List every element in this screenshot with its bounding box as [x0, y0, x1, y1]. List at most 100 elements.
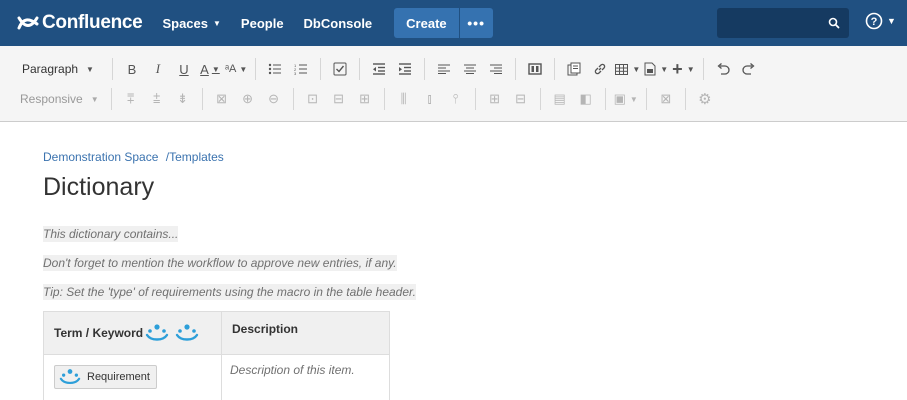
table-row: Requirement Description of this item.: [43, 354, 390, 400]
breadcrumb-space-link[interactable]: Demonstration Space: [43, 150, 158, 164]
description-cell[interactable]: Description of this item.: [221, 354, 390, 400]
page-layout-icon[interactable]: [524, 57, 546, 81]
paste-row-above-icon[interactable]: ⊡: [302, 87, 324, 111]
paste-row-below-icon[interactable]: ⊟: [328, 87, 350, 111]
paste-row-icon[interactable]: ⊖: [263, 87, 285, 111]
underline-icon[interactable]: U: [173, 57, 195, 81]
toolbar-divider: [201, 88, 203, 110]
cell-color-icon[interactable]: ▣ ▼: [614, 87, 638, 111]
heading-column-icon[interactable]: ◧: [575, 87, 597, 111]
undo-icon[interactable]: [712, 57, 734, 81]
align-left-icon[interactable]: [433, 57, 455, 81]
insert-more-icon[interactable]: + ▼: [672, 57, 694, 81]
link-icon[interactable]: [589, 57, 611, 81]
text-color-icon[interactable]: A ▼: [199, 57, 221, 81]
requirement-macro-placeholder[interactable]: [145, 322, 169, 344]
toolbar-divider: [684, 88, 686, 110]
split-cells-icon[interactable]: ⊟: [510, 87, 532, 111]
toolbar-divider: [110, 88, 112, 110]
toolbar-divider: [554, 58, 556, 80]
heading-row-icon[interactable]: ▤: [549, 87, 571, 111]
intro-paragraph[interactable]: This dictionary contains...: [43, 226, 179, 242]
header-term-cell[interactable]: Term / Keyword: [43, 311, 222, 355]
align-center-icon[interactable]: [459, 57, 481, 81]
gear-icon[interactable]: ⚙: [694, 87, 716, 111]
top-navigation-bar: Confluence Spaces ▼ People DbConsole Crea…: [0, 0, 907, 46]
help-icon: ?: [865, 12, 883, 30]
toolbar-divider: [645, 88, 647, 110]
indent-icon[interactable]: [394, 57, 416, 81]
responsive-dropdown[interactable]: Responsive ▼: [20, 92, 99, 106]
create-button[interactable]: Create: [394, 8, 459, 38]
toolbar-divider: [111, 58, 113, 80]
toolbar-divider: [702, 58, 704, 80]
svg-text:?: ?: [871, 16, 878, 28]
row-insert-above-icon[interactable]: ⩱: [120, 87, 142, 111]
requirement-icon: [145, 324, 169, 341]
toolbar-divider: [515, 58, 517, 80]
toolbar-divider: [359, 58, 361, 80]
chevron-down-icon: ▼: [86, 64, 94, 74]
row-insert-below-icon[interactable]: ⩲: [146, 87, 168, 111]
breadcrumb: Demonstration Space /Templates: [43, 150, 224, 164]
header-term-label: Term / Keyword: [54, 326, 144, 340]
toolbar-row-table: Responsive ▼ ⩱ ⩲ ⇟ ⊠ ⊕ ⊖ ⊡ ⊟ ⊞ ⫼ ⫾ ⫯ ⊞ ⊟ …: [0, 84, 907, 114]
row-delete-icon[interactable]: ⇟: [172, 87, 194, 111]
toolbar-divider: [604, 88, 606, 110]
search-icon: [828, 17, 840, 29]
confluence-logo[interactable]: Confluence: [17, 12, 143, 34]
insert-file-icon[interactable]: [563, 57, 585, 81]
toolbar-divider: [474, 88, 476, 110]
requirement-icon: [59, 369, 81, 384]
toolbar-divider: [320, 58, 322, 80]
outdent-icon[interactable]: [368, 57, 390, 81]
nav-people[interactable]: People: [241, 16, 284, 31]
text-format-icon[interactable]: ᵃA ▼: [225, 57, 247, 81]
column-insert-after-icon[interactable]: ⫾: [419, 87, 441, 111]
task-list-icon[interactable]: [329, 57, 351, 81]
column-delete-icon[interactable]: ⫯: [445, 87, 467, 111]
dictionary-table: Term / Keyword Description Requirement D…: [43, 311, 390, 400]
chevron-down-icon: ▼: [887, 16, 896, 26]
copy-row-icon[interactable]: ⊕: [237, 87, 259, 111]
toolbar-divider: [255, 58, 257, 80]
breadcrumb-page-link[interactable]: Templates: [169, 150, 224, 164]
workflow-paragraph[interactable]: Don't forget to mention the workflow to …: [43, 255, 397, 271]
table-icon[interactable]: ▼: [615, 57, 640, 81]
help-menu-button[interactable]: ? ▼: [865, 12, 896, 30]
numbered-list-icon[interactable]: 123: [290, 57, 312, 81]
bold-icon[interactable]: B: [121, 57, 143, 81]
cut-row-icon[interactable]: ⊠: [211, 87, 233, 111]
term-cell[interactable]: Requirement: [43, 354, 222, 400]
toolbar-divider: [539, 88, 541, 110]
search-input[interactable]: [717, 8, 849, 38]
tip-paragraph[interactable]: Tip: Set the 'type' of requirements usin…: [43, 284, 416, 300]
more-create-button[interactable]: •••: [458, 8, 493, 38]
bullet-list-icon[interactable]: [264, 57, 286, 81]
editor-toolbar: Paragraph ▼ B I U A ▼ ᵃA ▼ 123 ▼ ▼ + ▼ R…: [0, 46, 907, 122]
redo-icon[interactable]: [738, 57, 760, 81]
insert-template-icon[interactable]: ▼: [644, 57, 668, 81]
align-right-icon[interactable]: [485, 57, 507, 81]
paste-row-replace-icon[interactable]: ⊞: [354, 87, 376, 111]
delete-table-icon[interactable]: ⊠: [655, 87, 677, 111]
svg-text:3: 3: [294, 71, 297, 75]
nav-dbconsole[interactable]: DbConsole: [304, 16, 373, 31]
requirement-label: Requirement: [87, 371, 150, 383]
chevron-down-icon: ▼: [213, 18, 221, 28]
toolbar-row-format: Paragraph ▼ B I U A ▼ ᵃA ▼ 123 ▼ ▼ + ▼: [0, 54, 907, 84]
requirement-icon: [175, 324, 199, 341]
chevron-down-icon: ▼: [90, 94, 99, 104]
column-insert-before-icon[interactable]: ⫼: [393, 87, 415, 111]
toolbar-divider: [424, 58, 426, 80]
italic-icon[interactable]: I: [147, 57, 169, 81]
paragraph-style-dropdown[interactable]: Paragraph ▼: [22, 62, 94, 76]
requirement-macro-placeholder[interactable]: [175, 322, 199, 344]
page-title[interactable]: Dictionary: [43, 173, 154, 202]
table-header-row: Term / Keyword Description: [43, 311, 390, 355]
header-description-cell[interactable]: Description: [221, 311, 390, 355]
merge-cells-icon[interactable]: ⊞: [484, 87, 506, 111]
toolbar-divider: [292, 88, 294, 110]
nav-spaces[interactable]: Spaces ▼: [162, 16, 220, 31]
requirement-macro-chip[interactable]: Requirement: [54, 365, 157, 389]
